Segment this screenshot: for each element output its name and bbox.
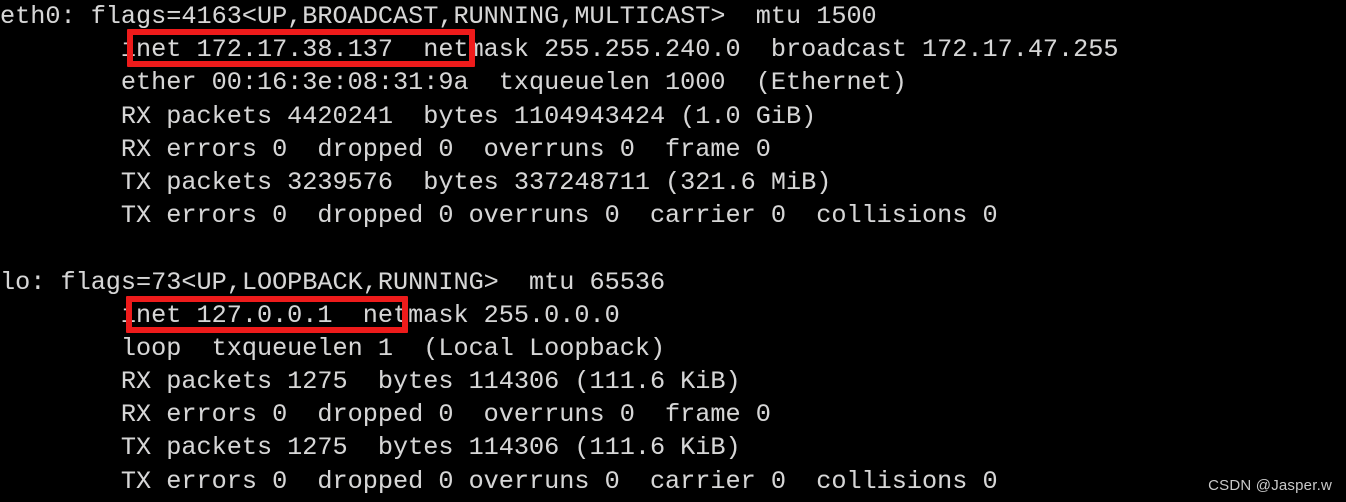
terminal-line-eth0-rx-errors: RX errors 0 dropped 0 overruns 0 frame 0 [0, 134, 771, 164]
terminal-line-eth0-tx-errors: TX errors 0 dropped 0 overruns 0 carrier… [0, 201, 998, 231]
terminal-line-lo-inet: inet 127.0.0.1 netmask 255.0.0.0 [0, 300, 620, 330]
terminal-line-eth0-ether: ether 00:16:3e:08:31:9a txqueuelen 1000 … [0, 68, 907, 98]
terminal-line-lo-tx-packets: TX packets 1275 bytes 114306 (111.6 KiB) [0, 433, 741, 463]
terminal-output[interactable]: eth0: flags=4163<UP,BROADCAST,RUNNING,MU… [0, 0, 1346, 502]
terminal-line-eth0-rx-packets: RX packets 4420241 bytes 1104943424 (1.0… [0, 101, 817, 131]
terminal-line-lo-rx-packets: RX packets 1275 bytes 114306 (111.6 KiB) [0, 367, 741, 397]
terminal-line-lo-tx-errors: TX errors 0 dropped 0 overruns 0 carrier… [0, 466, 998, 496]
terminal-line-lo-header: lo: flags=73<UP,LOOPBACK,RUNNING> mtu 65… [0, 267, 666, 297]
watermark-label: CSDN @Jasper.w [1208, 477, 1332, 494]
terminal-line-eth0-tx-packets: TX packets 3239576 bytes 337248711 (321.… [0, 167, 832, 197]
terminal-line-lo-rx-errors: RX errors 0 dropped 0 overruns 0 frame 0 [0, 400, 771, 430]
terminal-line-lo-loop: loop txqueuelen 1 (Local Loopback) [0, 333, 666, 363]
terminal-line-eth0-header: eth0: flags=4163<UP,BROADCAST,RUNNING,MU… [0, 2, 877, 31]
terminal-line-eth0-inet: inet 172.17.38.137 netmask 255.255.240.0… [0, 35, 1119, 65]
